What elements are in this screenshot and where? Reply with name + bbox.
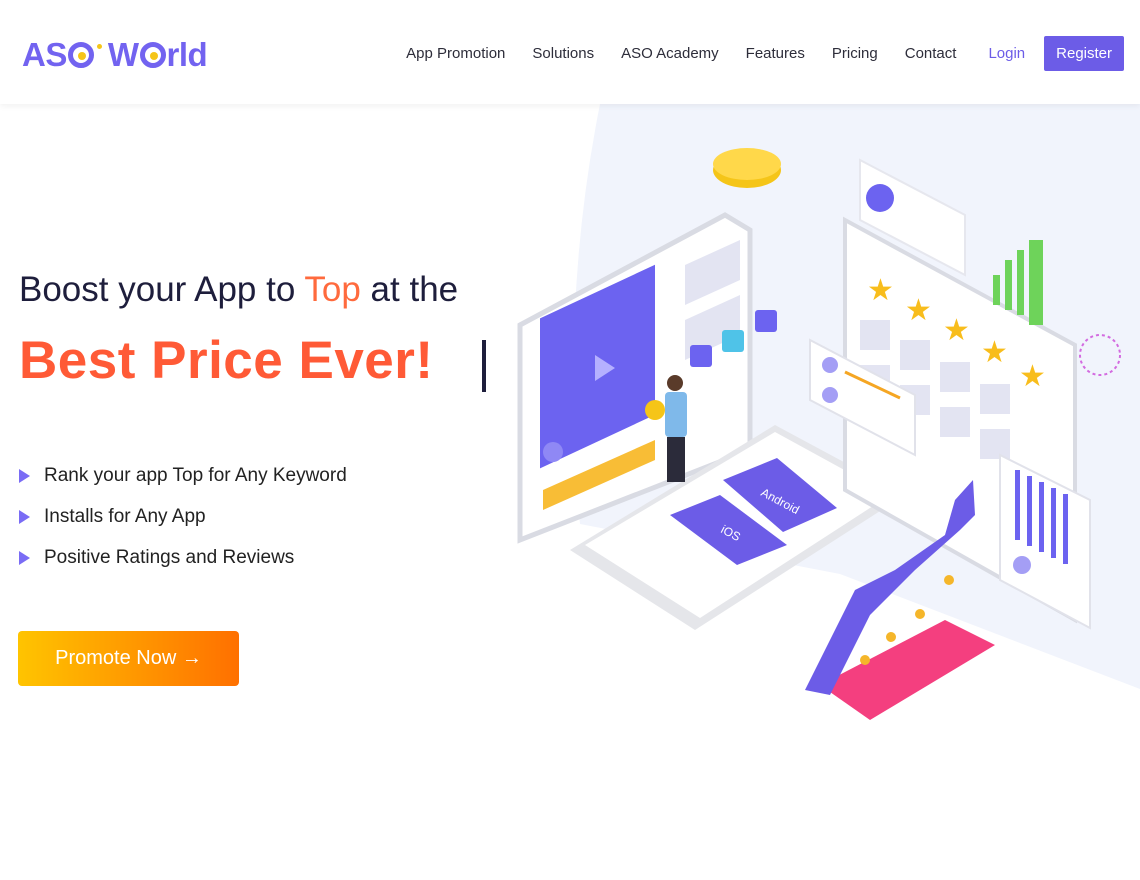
logo-o-icon: [139, 42, 166, 68]
feature-item: Rank your app Top for Any Keyword: [19, 455, 347, 496]
triangle-bullet-icon: [19, 509, 30, 524]
logo[interactable]: AS Wrld: [22, 36, 208, 74]
feature-text: Installs for Any App: [44, 505, 206, 527]
hero-illustration: Android iOS ★ ★ ★ ★ ★: [517, 148, 1121, 720]
logo-text: rld: [166, 36, 208, 73]
lightbulb-icon: [1079, 334, 1121, 376]
nav-app-promotion[interactable]: App Promotion: [406, 45, 505, 62]
nav-pricing[interactable]: Pricing: [832, 45, 878, 62]
person: [667, 375, 683, 391]
logo-o-icon: [67, 42, 94, 68]
user-icon: [722, 330, 744, 352]
star-icon: ★: [905, 294, 932, 327]
nav-features[interactable]: Features: [746, 45, 805, 62]
site-header: AS Wrld App Promotion Solutions ASO Acade…: [0, 0, 1140, 104]
register-button[interactable]: Register: [1044, 36, 1124, 71]
headline-text: Boost your App to: [19, 270, 305, 309]
hero-subheadline: Best Price Ever!: [19, 331, 434, 390]
typing-cursor: [482, 340, 486, 392]
nav-aso-academy[interactable]: ASO Academy: [621, 45, 719, 62]
headline-highlight: Top: [304, 270, 361, 309]
logo-text: W: [107, 36, 139, 73]
star-icon: ★: [867, 274, 894, 307]
star-icon: ★: [981, 336, 1008, 369]
star-icon: ★: [943, 314, 970, 347]
text-icon: [690, 345, 712, 367]
triangle-bullet-icon: [19, 550, 30, 565]
feature-text: Positive Ratings and Reviews: [44, 546, 295, 568]
nav-contact[interactable]: Contact: [905, 45, 957, 62]
triangle-bullet-icon: [19, 468, 30, 483]
star-icon: ★: [1019, 360, 1046, 393]
login-link[interactable]: Login: [988, 45, 1025, 62]
logo-text: AS: [22, 36, 67, 73]
logo-dot-icon: [96, 43, 102, 49]
feature-item: Installs for Any App: [19, 496, 347, 537]
feature-list: Rank your app Top for Any Keyword Instal…: [19, 455, 347, 578]
pie-chart-icon: [866, 184, 894, 212]
promote-now-button[interactable]: Promote Now →: [18, 631, 239, 686]
main-nav: App Promotion Solutions ASO Academy Feat…: [379, 36, 1124, 71]
code-icon: [755, 310, 777, 332]
feature-text: Rank your app Top for Any Keyword: [44, 464, 347, 486]
feature-item: Positive Ratings and Reviews: [19, 537, 347, 578]
nav-solutions[interactable]: Solutions: [532, 45, 594, 62]
headline-text: at the: [360, 270, 459, 309]
hero-headline: Boost your App to Top at the: [19, 270, 458, 310]
